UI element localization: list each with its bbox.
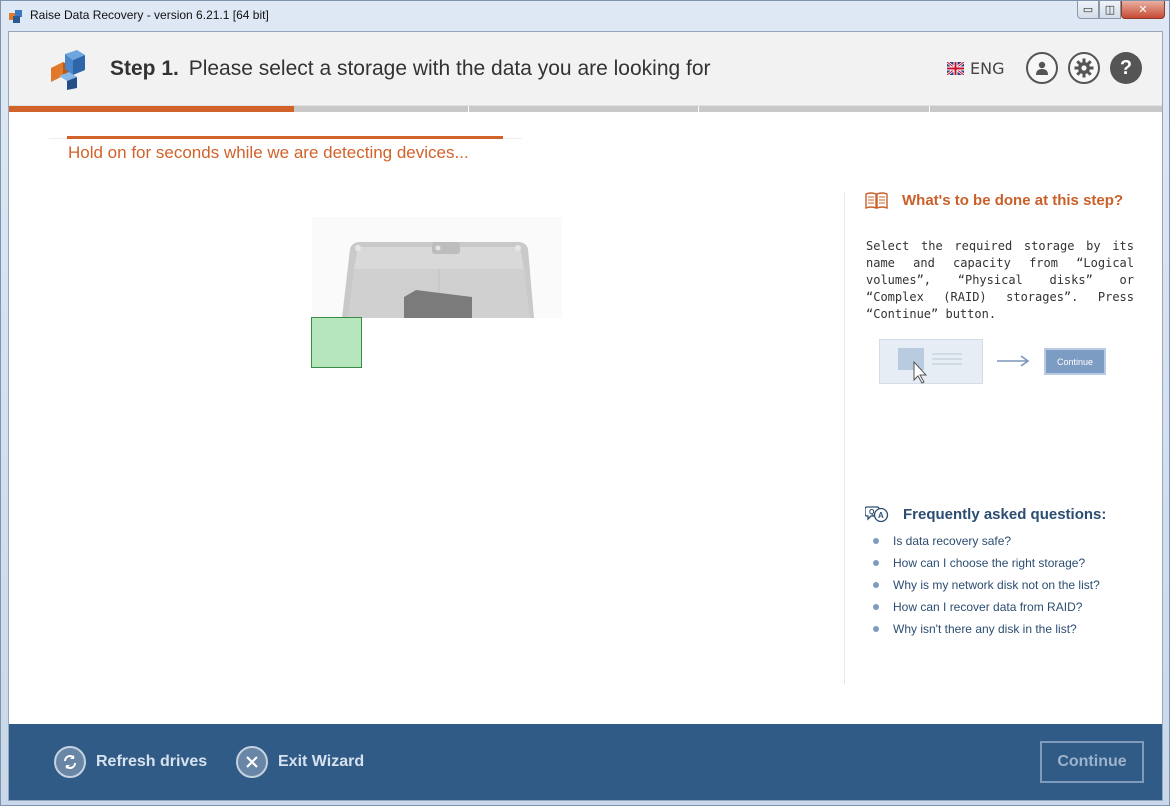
faq-title: Frequently asked questions:: [903, 505, 1107, 523]
wizard-footer: Refresh drives Exit Wizard Continue: [9, 724, 1162, 800]
step-illustration: Continue: [879, 339, 1109, 385]
language-selector[interactable]: ENG: [947, 59, 1004, 78]
help-sidebar: What's to be done at this step? Select t…: [844, 192, 1162, 684]
faq-link[interactable]: Why is my network disk not on the list?: [873, 576, 1100, 598]
exit-wizard-label: Exit Wizard: [278, 753, 365, 770]
step-help-title: What's to be done at this step?: [902, 192, 1124, 209]
book-icon: [865, 192, 888, 209]
continue-button[interactable]: Continue: [1040, 741, 1144, 783]
settings-button[interactable]: [1068, 52, 1100, 84]
wizard-progress-fill: [9, 106, 294, 112]
wizard-progress-bar: [9, 106, 1162, 112]
faq-chat-icon: A Q: [865, 506, 889, 523]
app-logo-icon: [51, 50, 85, 90]
illustration-continue-button: Continue: [1044, 348, 1106, 375]
progress-separator: [929, 106, 930, 112]
minimize-button[interactable]: ▭: [1077, 1, 1099, 19]
step-number: Step 1.: [110, 57, 179, 80]
language-label: ENG: [970, 59, 1005, 78]
step-description: Please select a storage with the data yo…: [188, 57, 711, 80]
svg-text:Q: Q: [869, 509, 875, 516]
faq-link[interactable]: How can I choose the right storage?: [873, 554, 1100, 576]
refresh-drives-button[interactable]: Refresh drives: [54, 746, 207, 778]
hard-drive-icon: [312, 217, 562, 318]
help-button[interactable]: ?: [1110, 52, 1142, 84]
status-accent-bar: [67, 136, 503, 139]
user-icon: [1036, 61, 1048, 75]
detection-progress-indicator: [311, 317, 362, 368]
title-bar[interactable]: Raise Data Recovery - version 6.21.1 [64…: [1, 1, 1169, 31]
step-help-text: Select the required storage by its name …: [866, 239, 1134, 321]
step-title: Step 1. Please select a storage with the…: [110, 57, 711, 81]
faq-link[interactable]: Why isn't there any disk in the list?: [873, 620, 1100, 642]
detecting-status: Hold on for seconds while we are detecti…: [68, 143, 469, 162]
close-icon: [236, 746, 268, 778]
close-window-button[interactable]: ✕: [1121, 1, 1165, 19]
faq-link[interactable]: Is data recovery safe?: [873, 532, 1100, 554]
progress-separator: [698, 106, 699, 112]
gear-icon: [1074, 58, 1094, 78]
wizard-header: Step 1. Please select a storage with the…: [9, 32, 1162, 106]
refresh-drives-label: Refresh drives: [96, 753, 208, 770]
account-button[interactable]: [1026, 52, 1058, 84]
svg-text:A: A: [878, 511, 884, 520]
step-help-heading: What's to be done at this step?: [865, 192, 1123, 209]
faq-link[interactable]: How can I recover data from RAID?: [873, 598, 1100, 620]
app-icon: [9, 10, 22, 23]
help-icon: ?: [1119, 56, 1133, 79]
progress-separator: [468, 106, 469, 112]
app-window: Raise Data Recovery - version 6.21.1 [64…: [0, 0, 1170, 806]
refresh-icon: [54, 746, 86, 778]
uk-flag-icon: [947, 62, 964, 75]
client-area: Step 1. Please select a storage with the…: [8, 31, 1163, 801]
arrow-right-icon: [997, 355, 1030, 367]
faq-list: Is data recovery safe? How can I choose …: [873, 532, 1100, 642]
window-title: Raise Data Recovery - version 6.21.1 [64…: [30, 8, 269, 22]
illustration-disk-card: [879, 339, 983, 384]
faq-heading: A Q Frequently asked questions:: [865, 505, 1106, 523]
window-controls: ▭ ◫ ✕: [1077, 1, 1165, 19]
exit-wizard-button[interactable]: Exit Wizard: [236, 746, 364, 778]
restore-button[interactable]: ◫: [1099, 1, 1121, 19]
